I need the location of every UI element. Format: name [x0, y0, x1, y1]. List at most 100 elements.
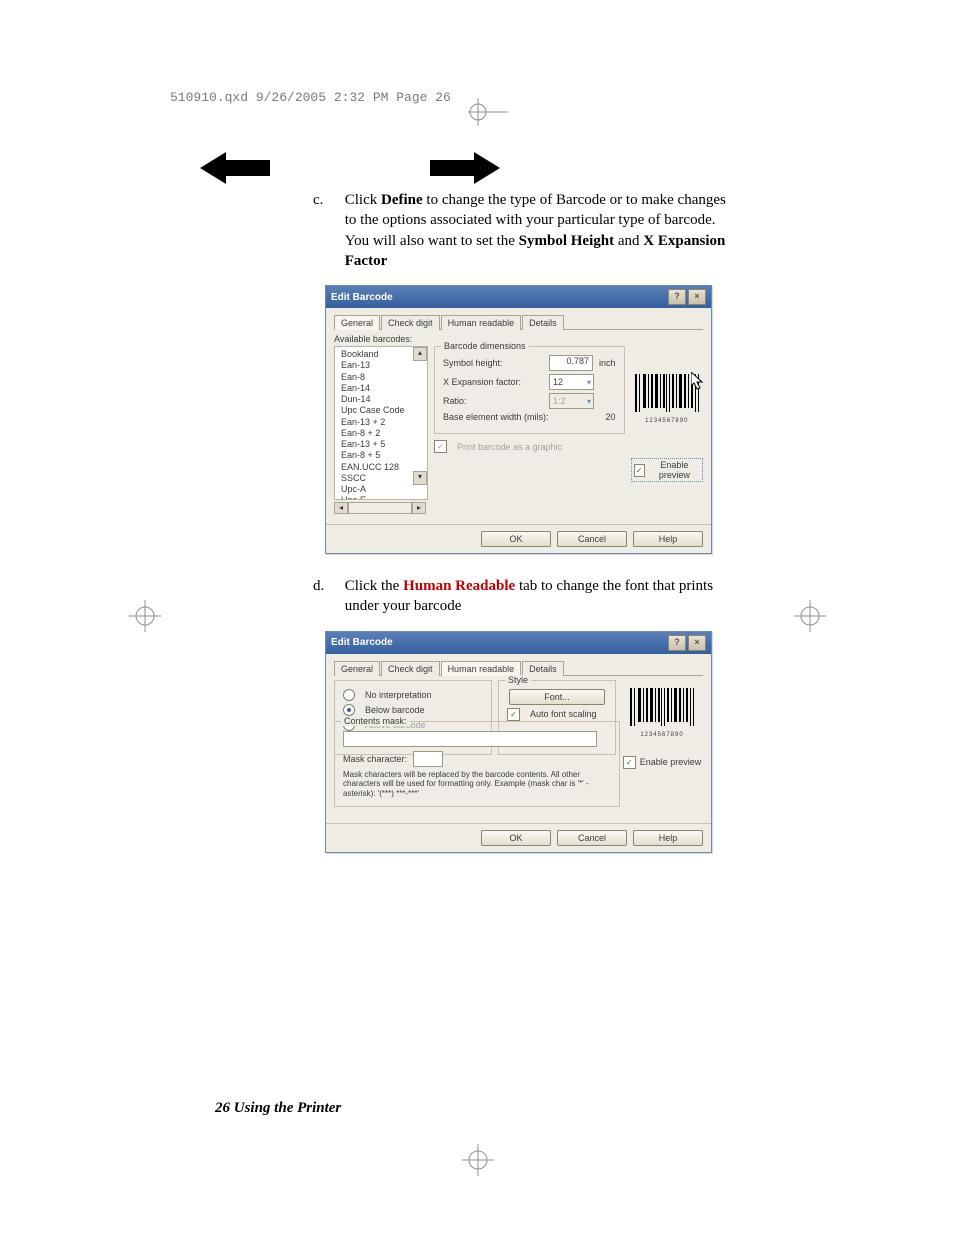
dialog-tabs: General Check digit Human readable Detai… [334, 660, 703, 676]
tab-details[interactable]: Details [522, 661, 564, 676]
ok-button[interactable]: OK [481, 531, 551, 547]
tab-human-readable[interactable]: Human readable [441, 661, 522, 676]
preview-digits: 1234567890 [630, 732, 694, 738]
ok-button[interactable]: OK [481, 830, 551, 846]
text: Click [345, 192, 381, 208]
step-c: c. Click Define to change the type of Ba… [313, 190, 735, 271]
tab-general[interactable]: General [334, 661, 380, 676]
contents-mask-input[interactable] [343, 731, 597, 747]
footer-text: Using the Printer [230, 1100, 341, 1116]
no-interpretation-label: No interpretation [365, 690, 432, 700]
step-d-letter: d. [313, 576, 341, 596]
titlebar: Edit Barcode ? × [326, 632, 711, 654]
scroll-left-icon[interactable]: ◂ [334, 502, 348, 514]
step-c-letter: c. [313, 190, 341, 210]
scroll-down-icon[interactable]: ▾ [413, 471, 427, 485]
print-graphic-label: Print barcode as a graphic [457, 442, 562, 452]
close-icon[interactable]: × [688, 289, 706, 305]
tab-human-readable[interactable]: Human readable [441, 315, 522, 330]
base-width-value: 20 [606, 412, 616, 422]
mask-char-input[interactable] [413, 751, 443, 767]
symbol-height-unit: inch [599, 358, 616, 368]
help-icon[interactable]: ? [668, 635, 686, 651]
tree-item[interactable]: Ean-8 [341, 372, 427, 383]
titlebar: Edit Barcode ? × [326, 286, 711, 308]
preview-digits: 1234567890 [635, 418, 699, 424]
tab-details[interactable]: Details [522, 315, 564, 330]
no-interpretation-radio[interactable] [343, 689, 355, 701]
barcode-preview: 1234567890 ✓ Enable preview [622, 680, 702, 769]
x-expansion-select[interactable]: 12▾ [549, 374, 594, 390]
dialog-title: Edit Barcode [331, 637, 393, 648]
tree-item[interactable]: Ean-13 + 2 [341, 417, 427, 428]
tree-item[interactable]: Ean-13 + 5 [341, 439, 427, 450]
enable-preview-checkbox[interactable]: ✓ [634, 464, 645, 477]
help-button[interactable]: Help [633, 830, 703, 846]
print-graphic-checkbox: ✓ [434, 440, 447, 453]
scroll-up-icon[interactable]: ▴ [413, 347, 427, 361]
base-width-label: Base element width (mils): [443, 412, 573, 422]
tree-item[interactable]: Ean-8 + 5 [341, 450, 427, 461]
prev-page-arrow[interactable] [200, 148, 280, 188]
auto-font-scaling-label: Auto font scaling [530, 709, 597, 719]
enable-preview-label: Enable preview [640, 757, 702, 767]
barcode-icon [630, 688, 694, 730]
symbol-height-input[interactable]: 0.787 [549, 355, 593, 371]
bold-define: Define [381, 192, 423, 208]
help-icon[interactable]: ? [668, 289, 686, 305]
prepress-header: 510910.qxd 9/26/2005 2:32 PM Page 26 [170, 90, 451, 105]
symbol-height-label: Symbol height: [443, 358, 543, 368]
page-number: 26 [215, 1100, 230, 1116]
contents-mask-legend: Contents mask: [341, 716, 410, 726]
cancel-button[interactable]: Cancel [557, 830, 627, 846]
cursor-icon [691, 372, 705, 390]
tree-item[interactable]: Upc Case Code [341, 405, 427, 416]
chevron-down-icon: ▾ [587, 378, 591, 387]
mask-note: Mask characters will be replaced by the … [343, 770, 611, 799]
scroll-right-icon[interactable]: ▸ [412, 502, 426, 514]
red-human-readable: Human Readable [403, 578, 515, 594]
barcode-tree[interactable]: ▴ Bookland Ean-13 Ean-8 Ean-14 Dun-14 Up… [334, 346, 428, 500]
barcode-icon [635, 374, 699, 416]
below-barcode-label: Below barcode [365, 705, 425, 715]
tree-item[interactable]: Ean-14 [341, 383, 427, 394]
page-footer: 26 Using the Printer [215, 1100, 341, 1117]
barcode-dimensions-group: Barcode dimensions Symbol height: 0.787 … [434, 346, 625, 434]
enable-preview-checkbox[interactable]: ✓ [623, 756, 636, 769]
bold-symbol-height: Symbol Height [519, 233, 614, 249]
chevron-down-icon: ▾ [587, 397, 591, 406]
crop-mark-bottom [458, 1140, 498, 1180]
ratio-select: 1:2▾ [549, 393, 594, 409]
edit-barcode-dialog-human-readable: Edit Barcode ? × General Check digit Hum… [325, 631, 712, 854]
tree-item[interactable]: Upc-A [341, 484, 427, 495]
dialog-title: Edit Barcode [331, 292, 393, 303]
close-icon[interactable]: × [688, 635, 706, 651]
barcode-preview: 1234567890 ✓ Enable preview [631, 346, 703, 514]
x-expansion-label: X Expansion factor: [443, 377, 543, 387]
font-button[interactable]: Font... [509, 689, 605, 705]
text: and [614, 233, 643, 249]
tab-check-digit[interactable]: Check digit [381, 315, 440, 330]
tab-check-digit[interactable]: Check digit [381, 661, 440, 676]
next-page-arrow[interactable] [420, 148, 500, 188]
step-d: d. Click the Human Readable tab to chang… [313, 576, 735, 617]
mask-char-label: Mask character: [343, 754, 407, 764]
tree-item[interactable]: Ean-8 + 2 [341, 428, 427, 439]
edit-barcode-dialog-general: Edit Barcode ? × General Check digit Hum… [325, 285, 712, 554]
tab-general[interactable]: General [334, 315, 380, 330]
help-button[interactable]: Help [633, 531, 703, 547]
crop-mark-right [790, 596, 830, 636]
contents-mask-group: Contents mask: Mask character: Mask char… [334, 721, 620, 808]
crop-mark-left [125, 596, 165, 636]
dialog-tabs: General Check digit Human readable Detai… [334, 314, 703, 330]
ratio-label: Ratio: [443, 396, 543, 406]
text: Click the [345, 578, 403, 594]
hscroll-track[interactable] [348, 502, 412, 514]
tree-item[interactable]: Ean-13 [341, 360, 427, 371]
tree-item[interactable]: Dun-14 [341, 394, 427, 405]
dims-legend: Barcode dimensions [441, 341, 529, 351]
tree-item[interactable]: Upc-E [341, 495, 427, 500]
cancel-button[interactable]: Cancel [557, 531, 627, 547]
below-barcode-radio[interactable] [343, 704, 355, 716]
auto-font-scaling-checkbox[interactable]: ✓ [507, 708, 520, 721]
